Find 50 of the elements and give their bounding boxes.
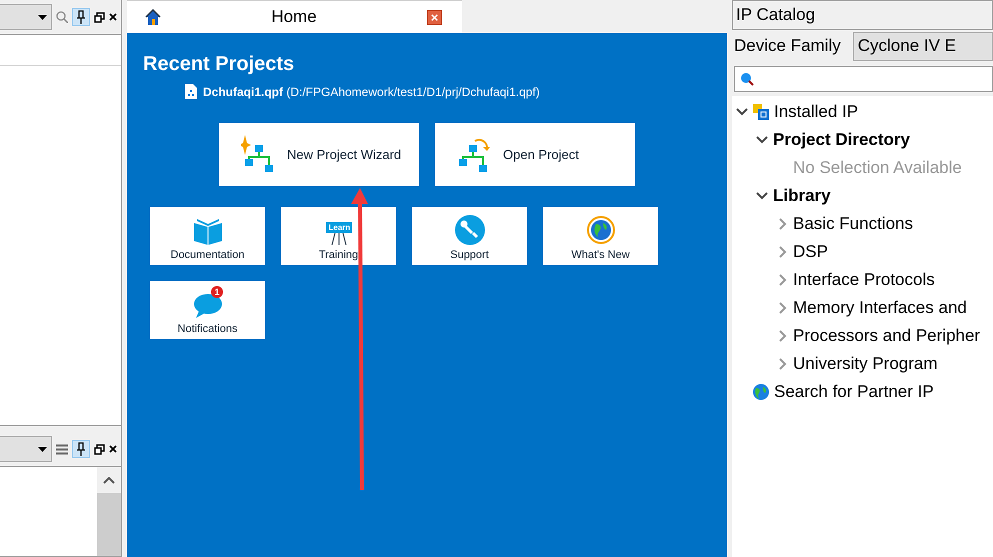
section-heading: Recent Projects	[143, 53, 296, 76]
search-field[interactable]	[734, 66, 993, 92]
link-tile[interactable]: Learn Training	[281, 207, 396, 265]
tree-item[interactable]: Basic Functions	[732, 210, 993, 238]
close-button[interactable]: ×	[427, 10, 442, 24]
house-icon	[145, 9, 161, 25]
tree-item[interactable]: Memory Interfaces and	[732, 294, 993, 322]
file-icon	[185, 84, 197, 99]
pin-icon[interactable]	[76, 442, 86, 456]
caret-icon[interactable]	[38, 14, 47, 20]
panel-title: IP Catalog	[732, 0, 993, 30]
globe-icon	[586, 215, 616, 245]
link-tile[interactable]: Notifications 1	[150, 281, 265, 339]
action-tile[interactable]: Open Project	[435, 123, 635, 186]
action-tile[interactable]: New Project Wizard	[219, 123, 419, 186]
recent-project-link[interactable]: Dchufaqi1.qpf (D:/FPGAhomework/test1/D1/prj/Dchufaqi1.qpf)	[203, 84, 540, 98]
chip-icon	[753, 104, 769, 120]
notification-badge: 1	[211, 286, 223, 298]
link-tile[interactable]: What's New	[543, 207, 658, 265]
device-family-dropdown[interactable]: Cyclone IV E	[852, 32, 993, 60]
chevron-down-icon[interactable]	[736, 106, 748, 118]
link-tile[interactable]: Support	[412, 207, 527, 265]
close-icon[interactable]	[109, 13, 117, 21]
restore-icon[interactable]	[94, 444, 105, 454]
chevron-down-icon[interactable]	[756, 190, 768, 202]
book-icon	[192, 217, 222, 245]
dropdown-field[interactable]	[0, 4, 52, 30]
home-tab[interactable]: Home ×	[127, 0, 462, 33]
dropdown-field[interactable]	[0, 436, 52, 462]
chevron-down-icon[interactable]	[756, 134, 768, 146]
tree-item[interactable]: DSP	[732, 238, 993, 266]
globe-icon	[753, 384, 769, 400]
pin-icon[interactable]	[76, 10, 86, 24]
tree-item[interactable]: Library	[732, 182, 993, 210]
tree-item[interactable]: Interface Protocols	[732, 266, 993, 294]
tree-item[interactable]: Processors and Peripher	[732, 322, 993, 350]
menu-icon[interactable]	[56, 444, 68, 454]
tree-item[interactable]: Search for Partner IP	[732, 378, 993, 406]
caret-icon[interactable]	[38, 446, 47, 452]
scrollbar[interactable]	[97, 467, 121, 556]
link-tile[interactable]: Documentation	[150, 207, 265, 265]
restore-icon[interactable]	[94, 12, 105, 22]
tree-item[interactable]: Project Directory	[732, 126, 993, 154]
search-icon	[741, 72, 754, 86]
field-label: Device Family	[734, 36, 841, 56]
tree-item[interactable]: Installed IP	[732, 98, 993, 126]
search-icon[interactable]	[56, 11, 68, 23]
tree-item[interactable]: University Program	[732, 350, 993, 378]
close-icon[interactable]	[109, 445, 117, 453]
wrench-icon	[454, 215, 484, 245]
